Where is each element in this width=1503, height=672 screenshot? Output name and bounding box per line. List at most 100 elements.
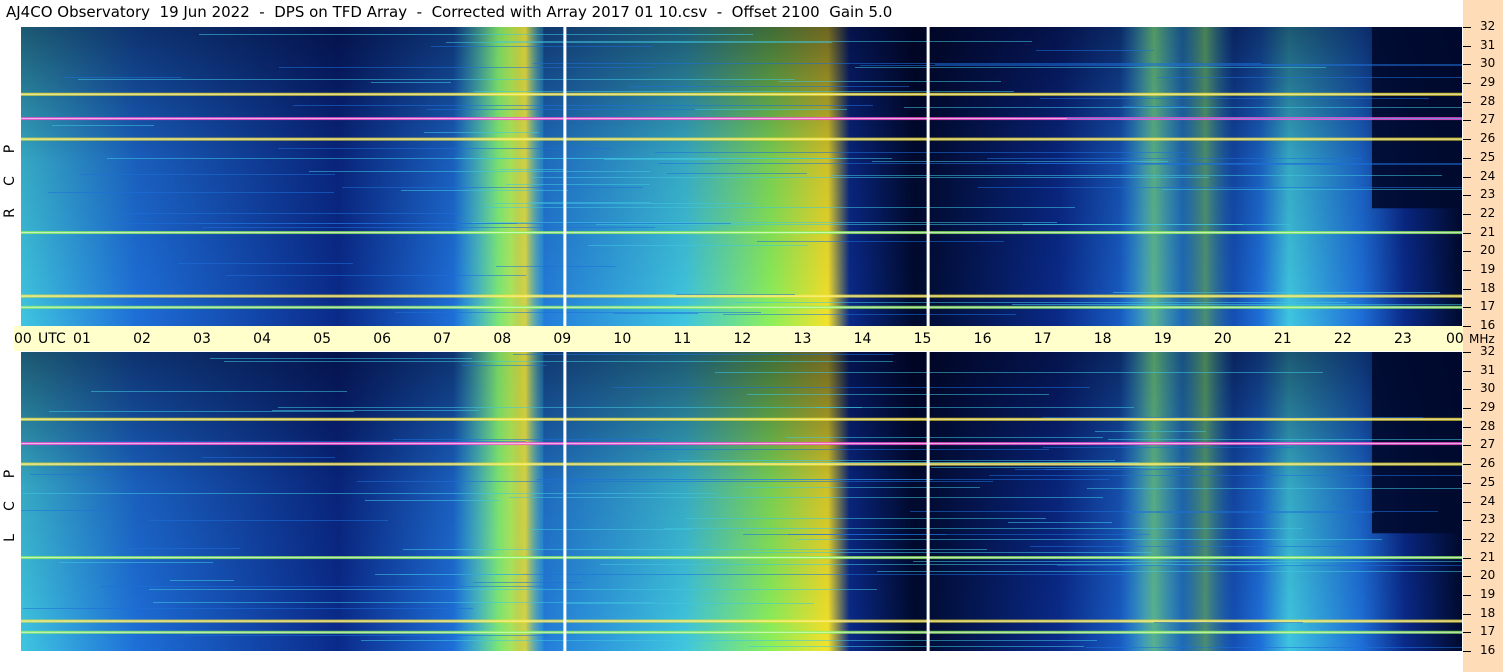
freq-tick-label: 17 — [1480, 299, 1496, 314]
freq-tick — [1463, 176, 1471, 178]
utc-tick-label: 10 — [613, 331, 632, 347]
freq-tick — [1463, 464, 1471, 466]
utc-tick-label: 12 — [733, 331, 752, 347]
freq-tick — [1463, 64, 1471, 66]
utc-time-axis: 00 01 02 03 04 05 06 07 08 09 10 11 12 13 14 15 16 17 18 19… — [14, 326, 1464, 351]
freq-tick — [1463, 139, 1471, 141]
freq-tick — [1463, 352, 1471, 353]
spectrogram-rcp-image — [21, 27, 1462, 326]
freq-tick — [1463, 482, 1471, 484]
utc-tick-label: 14 — [853, 331, 872, 347]
freq-tick — [1463, 501, 1471, 503]
freq-tick-label: 30 — [1480, 381, 1496, 396]
polarization-label-char: C — [2, 176, 18, 186]
utc-tick-label: 08 — [493, 331, 512, 347]
freq-tick-label: 24 — [1480, 493, 1496, 508]
secondary-bright-band — [1119, 352, 1234, 651]
freq-tick-label: 28 — [1480, 93, 1496, 108]
time-marker-line — [563, 352, 567, 651]
utc-tick-label: 02 — [133, 331, 151, 347]
freq-tick — [1463, 27, 1471, 28]
freq-tick — [1463, 120, 1471, 122]
polarization-label-char: L — [2, 534, 18, 542]
freq-tick-label: 25 — [1480, 474, 1496, 489]
freq-tick — [1463, 557, 1471, 559]
freq-tick-label: 30 — [1480, 56, 1496, 71]
freq-tick-label: 28 — [1480, 418, 1496, 433]
time-marker-line — [926, 27, 930, 326]
utc-tick-label: 18 — [1093, 331, 1112, 347]
freq-tick — [1463, 101, 1471, 103]
utc-unit-label: UTC — [38, 331, 66, 347]
freq-tick — [1463, 213, 1471, 215]
freq-tick-label: 21 — [1480, 224, 1496, 239]
freq-tick — [1463, 426, 1471, 428]
secondary-bright-band — [1119, 27, 1234, 326]
freq-tick-label: 31 — [1480, 362, 1496, 377]
utc-tick-label: 16 — [973, 331, 992, 347]
utc-tick-label: 09 — [553, 331, 572, 347]
polarization-label-char: P — [2, 469, 18, 479]
freq-tick-label: 20 — [1480, 243, 1496, 258]
utc-tick-label-end: 00 — [1446, 331, 1464, 347]
freq-tick-label: 20 — [1480, 568, 1496, 583]
utc-tick-label: 07 — [433, 331, 452, 347]
utc-tick-label: 23 — [1393, 331, 1412, 347]
freq-tick-label: 29 — [1480, 75, 1496, 90]
freq-tick — [1463, 389, 1471, 391]
utc-tick-label: 04 — [253, 331, 271, 347]
polarization-label-char: R — [2, 208, 18, 218]
freq-tick-label: 21 — [1480, 549, 1496, 564]
bright-band — [453, 352, 544, 651]
mhz-unit-label: MHz — [1469, 332, 1495, 346]
utc-tick-label: 20 — [1213, 331, 1232, 347]
spectrogram-panel-rcp — [21, 27, 1462, 326]
freq-tick-label: 32 — [1480, 344, 1496, 358]
freq-tick-label: 22 — [1480, 205, 1496, 220]
freq-tick-label: 22 — [1480, 530, 1496, 545]
freq-tick-label: 18 — [1480, 280, 1496, 295]
freq-tick-label: 27 — [1480, 437, 1496, 452]
freq-tick-label: 26 — [1480, 456, 1496, 471]
freq-tick — [1463, 83, 1471, 85]
freq-tick — [1463, 520, 1471, 522]
time-marker-line — [926, 352, 930, 651]
freq-tick-label: 32 — [1480, 19, 1496, 33]
freq-tick — [1463, 445, 1471, 447]
freq-tick — [1463, 370, 1471, 372]
chart-title: AJ4CO Observatory 19 Jun 2022 - DPS on T… — [6, 3, 893, 21]
freq-tick-label: 25 — [1480, 149, 1496, 164]
utc-tick-label: 19 — [1153, 331, 1172, 347]
freq-tick-label: 19 — [1480, 586, 1496, 601]
utc-tick-label: 05 — [313, 331, 332, 347]
freq-tick — [1463, 632, 1471, 634]
freq-tick-label: 26 — [1480, 131, 1496, 146]
freq-tick — [1463, 326, 1471, 327]
freq-tick-label: 24 — [1480, 168, 1496, 183]
utc-tick-label: 22 — [1333, 331, 1352, 347]
freq-tick — [1463, 576, 1471, 578]
polarization-label-char: C — [2, 501, 18, 511]
spectrogram-panel-lcp — [21, 352, 1462, 651]
freq-tick — [1463, 651, 1471, 652]
freq-tick — [1463, 613, 1471, 615]
bright-band — [453, 27, 544, 326]
utc-tick-label: 17 — [1033, 331, 1052, 347]
spectrogram-lcp-image — [21, 352, 1462, 651]
freq-tick — [1463, 538, 1471, 540]
freq-tick-label: 29 — [1480, 400, 1496, 415]
utc-tick-label: 11 — [673, 331, 692, 347]
freq-tick — [1463, 157, 1471, 159]
time-marker-line — [563, 27, 567, 326]
utc-tick-label: 00 — [14, 331, 32, 347]
utc-tick-label: 03 — [193, 331, 211, 347]
freq-tick-label: 18 — [1480, 605, 1496, 620]
freq-tick-label: 16 — [1480, 643, 1496, 657]
utc-tick-label: 13 — [793, 331, 812, 347]
freq-tick — [1463, 408, 1471, 410]
freq-tick — [1463, 594, 1471, 596]
freq-tick — [1463, 307, 1471, 309]
freq-tick-label: 17 — [1480, 624, 1496, 639]
freq-tick-label: 23 — [1480, 512, 1496, 527]
freq-tick — [1463, 251, 1471, 253]
